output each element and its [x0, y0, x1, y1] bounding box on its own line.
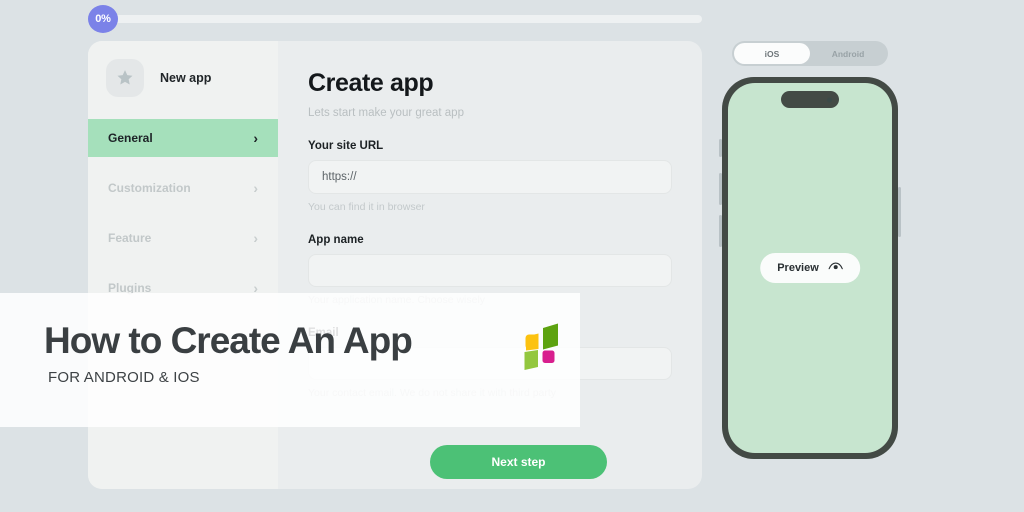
phone-volume-up-button [719, 173, 722, 205]
eye-icon [828, 261, 843, 275]
progress-track [106, 15, 702, 23]
preview-button-label: Preview [777, 262, 819, 274]
preview-button[interactable]: Preview [760, 253, 860, 283]
front-camera-icon [827, 97, 832, 102]
device-preview-panel: iOS Android Preview [710, 38, 920, 459]
title-overlay: How to Create An App FOR ANDROID & IOS [0, 293, 580, 427]
phone-screen: Preview [728, 83, 892, 453]
field-site-url: Your site URL https:// You can find it i… [308, 140, 672, 213]
progress-bar: 0% [88, 5, 702, 33]
phone-silent-switch [719, 139, 722, 157]
sidebar-item-general[interactable]: General › [88, 119, 278, 157]
page-subtitle: Lets start make your great app [308, 107, 464, 119]
sidebar-app-name: New app [160, 71, 212, 85]
chevron-right-icon: › [253, 180, 258, 196]
toggle-option-ios[interactable]: iOS [734, 43, 810, 64]
app-name-input[interactable] [308, 254, 672, 287]
sidebar-item-label: Feature [108, 231, 152, 245]
progress-badge: 0% [88, 5, 118, 33]
field-hint: You can find it in browser [308, 201, 425, 213]
overlay-title: How to Create An App [44, 320, 413, 361]
screenshot-stage: 0% New app General › Customization › Fea… [0, 0, 1024, 512]
phone-mockup: Preview [719, 77, 901, 459]
overlay-subtitle: FOR ANDROID & IOS [48, 369, 200, 386]
chevron-right-icon: › [253, 130, 258, 146]
four-square-logo [512, 318, 570, 376]
platform-toggle[interactable]: iOS Android [732, 41, 888, 66]
phone-power-button [898, 187, 901, 237]
sidebar-item-customization[interactable]: Customization › [88, 169, 278, 207]
page-title: Create app [308, 69, 434, 97]
sidebar-item-label: Customization [108, 181, 191, 195]
chevron-right-icon: › [253, 230, 258, 246]
sidebar-item-feature[interactable]: Feature › [88, 219, 278, 257]
field-label: Your site URL [308, 140, 384, 152]
sidebar-item-label: General [108, 131, 153, 145]
phone-volume-down-button [719, 215, 722, 247]
toggle-option-android[interactable]: Android [810, 43, 886, 64]
dynamic-island [781, 91, 839, 108]
field-label: App name [308, 234, 364, 246]
star-icon [106, 59, 144, 97]
next-step-button[interactable]: Next step [430, 445, 607, 479]
site-url-input[interactable]: https:// [308, 160, 672, 194]
sidebar-app-header: New app [88, 41, 278, 119]
